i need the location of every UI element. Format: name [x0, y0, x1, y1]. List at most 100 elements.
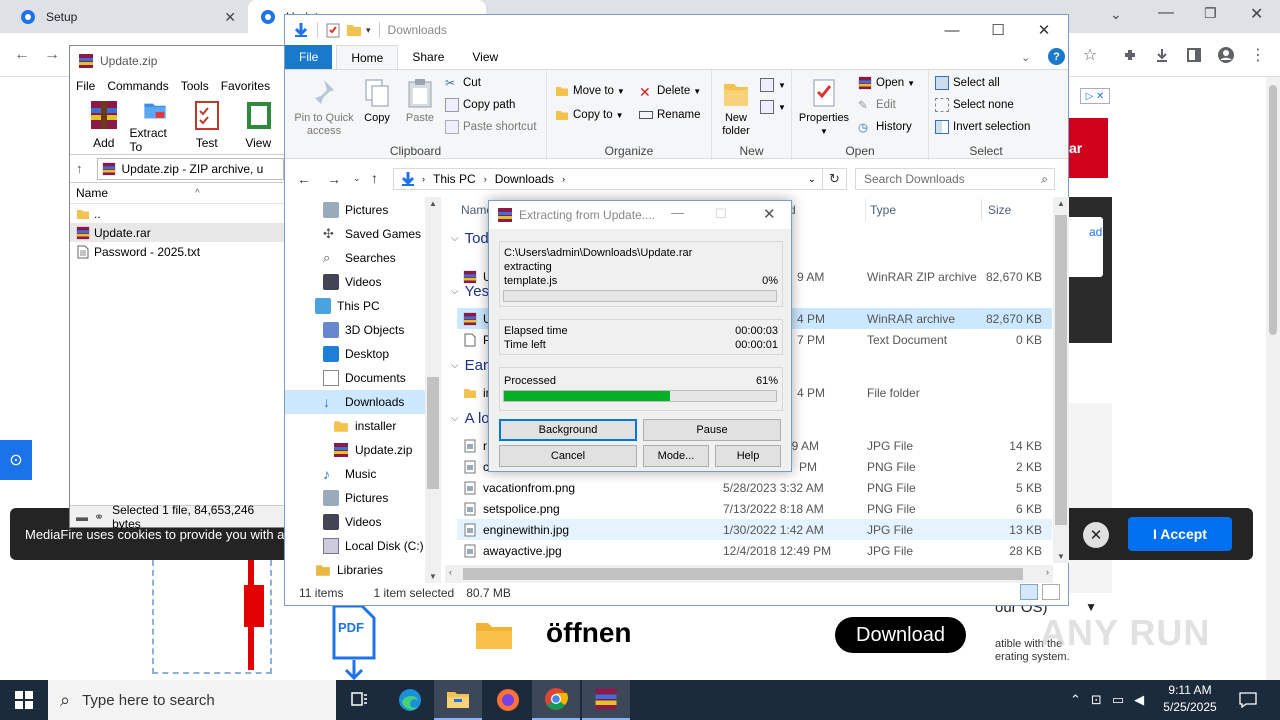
- address-dropdown-icon[interactable]: ⌄: [808, 174, 816, 185]
- navigation-scrollbar-thumb[interactable]: [427, 377, 439, 489]
- copy-path-button[interactable]: Copy path: [445, 96, 515, 114]
- search-input[interactable]: Search Downloads ⌕: [855, 168, 1055, 190]
- invert-selection-button[interactable]: Invert selection: [935, 118, 1030, 136]
- background-button[interactable]: Background: [499, 419, 637, 441]
- large-icons-view-icon[interactable]: [1042, 584, 1060, 600]
- ad-card-inner[interactable]: ad: [1063, 217, 1103, 277]
- back-icon[interactable]: ←: [8, 41, 36, 69]
- easy-access-button[interactable]: ▼: [760, 98, 786, 116]
- help-button[interactable]: Help: [715, 445, 781, 467]
- file-row[interactable]: awayactive.jpg 12/4/2018 12:49 PM JPG Fi…: [457, 540, 1052, 561]
- scroll-up-icon[interactable]: ▲: [429, 199, 437, 208]
- history-button[interactable]: ◷ History: [858, 118, 912, 136]
- forward-arrow-icon[interactable]: →: [327, 171, 341, 187]
- page-scrollbar-thumb[interactable]: [1269, 85, 1277, 335]
- group-header-a-long-time-ago[interactable]: ⌵ A lo: [451, 410, 490, 427]
- browser-tab-setup[interactable]: Setup ✕: [8, 0, 246, 33]
- mode-button[interactable]: Mode...: [643, 445, 709, 467]
- downloads-quick-icon[interactable]: [293, 22, 309, 38]
- winrar-column-name[interactable]: Name: [76, 186, 108, 200]
- new-item-button[interactable]: ▼: [760, 76, 786, 94]
- winrar-path-field[interactable]: Update.zip - ZIP archive, u: [96, 157, 284, 180]
- scroll-down-icon[interactable]: ▼: [1057, 552, 1065, 561]
- winrar-menu-favorites[interactable]: Favorites: [221, 79, 270, 93]
- taskbar-edge[interactable]: [386, 680, 434, 720]
- group-header-yesterday[interactable]: ⌵ Yes: [451, 283, 489, 300]
- taskbar-chrome[interactable]: [532, 680, 580, 720]
- list-item[interactable]: Password - 2025.txt: [70, 242, 284, 261]
- paste-button[interactable]: Paste: [401, 78, 439, 125]
- recent-locations-icon[interactable]: ⌄: [353, 173, 361, 184]
- winrar-test-button[interactable]: Test: [181, 96, 233, 154]
- minimize-browser-icon[interactable]: —: [1158, 4, 1174, 22]
- help-icon[interactable]: ?: [1048, 48, 1065, 65]
- up-arrow-icon[interactable]: ↑: [371, 170, 378, 186]
- navigation-scrollbar[interactable]: ▲ ▼: [425, 197, 441, 583]
- winrar-column-header[interactable]: Name ^: [70, 182, 284, 204]
- breadcrumb-chevron-icon[interactable]: ›: [484, 174, 487, 184]
- dialog-minimize-icon[interactable]: —: [671, 205, 684, 220]
- nav-item-pictures[interactable]: Pictures: [323, 198, 440, 222]
- ad-banner[interactable]: ar: [1063, 118, 1108, 178]
- nav-item-pictures-2[interactable]: Pictures: [323, 486, 440, 510]
- cut-button[interactable]: ✂ Cut: [445, 74, 481, 92]
- nav-item-downloads[interactable]: ↓ Downloads: [285, 390, 425, 414]
- column-header-size[interactable]: Size: [981, 199, 1011, 221]
- task-view-button[interactable]: [336, 680, 384, 720]
- scroll-left-icon[interactable]: ‹: [449, 567, 452, 577]
- copy-to-button[interactable]: Copy to ▼: [555, 106, 624, 124]
- winrar-view-button[interactable]: View: [233, 96, 285, 154]
- close-icon[interactable]: ✕: [1021, 15, 1067, 45]
- file-row[interactable]: vacationfrom.png 5/28/2023 3:32 AM PNG F…: [457, 477, 1052, 498]
- winrar-add-button[interactable]: Add: [78, 96, 130, 154]
- scroll-up-icon[interactable]: ▲: [1057, 199, 1065, 208]
- column-header-type[interactable]: Type: [865, 199, 896, 221]
- taskbar-search[interactable]: ⌕ Type here to search: [48, 680, 336, 720]
- tray-overflow-icon[interactable]: ⌃: [1070, 692, 1081, 708]
- taskbar-clock[interactable]: 9:11 AM 5/25/2025: [1160, 682, 1220, 716]
- cookie-close-icon[interactable]: ✕: [1083, 522, 1109, 548]
- scroll-right-icon[interactable]: ›: [1046, 567, 1049, 577]
- dialog-close-icon[interactable]: ✕: [763, 205, 776, 223]
- back-arrow-icon[interactable]: ←: [297, 171, 311, 187]
- maximize-icon[interactable]: ☐: [975, 15, 1021, 45]
- taskbar-firefox[interactable]: [484, 680, 532, 720]
- refresh-icon[interactable]: ↻: [823, 168, 847, 190]
- nav-item-libraries[interactable]: Libraries: [315, 558, 440, 582]
- help-widget-icon[interactable]: ⊙: [0, 440, 32, 480]
- winrar-extract-button[interactable]: Extract To: [130, 96, 182, 154]
- nav-item-update-zip[interactable]: Update.zip: [333, 438, 440, 462]
- start-button[interactable]: [0, 680, 48, 720]
- select-none-button[interactable]: Select none: [935, 96, 1014, 114]
- winrar-menu-tools[interactable]: Tools: [181, 79, 209, 93]
- download-button[interactable]: Download: [835, 617, 966, 653]
- address-bar[interactable]: › This PC › Downloads › ⌄: [393, 168, 823, 190]
- nav-item-music[interactable]: ♪ Music: [323, 462, 440, 486]
- file-list-vertical-scrollbar[interactable]: ▲ ▼: [1053, 197, 1069, 563]
- group-header-earlier[interactable]: ⌵ Earl: [451, 357, 491, 374]
- nav-item-saved-games[interactable]: ✣ Saved Games: [323, 222, 440, 246]
- scroll-down-icon[interactable]: ▼: [429, 572, 437, 581]
- page-scrollbar[interactable]: [1266, 77, 1280, 680]
- taskbar-explorer[interactable]: [434, 680, 482, 720]
- file-list-horizontal-thumb[interactable]: [463, 568, 1023, 580]
- forward-icon[interactable]: →: [38, 41, 66, 69]
- network-icon[interactable]: ⊡: [1091, 692, 1102, 708]
- file-list-vertical-thumb[interactable]: [1055, 215, 1067, 525]
- breadcrumb-downloads[interactable]: Downloads: [495, 172, 554, 186]
- customize-quick-access-icon[interactable]: ▾: [366, 25, 371, 36]
- properties-quick-icon[interactable]: [326, 22, 340, 38]
- cancel-button[interactable]: Cancel: [499, 445, 637, 467]
- nav-item-this-pc[interactable]: This PC: [315, 294, 440, 318]
- taskbar-winrar[interactable]: [582, 680, 630, 720]
- nav-item-videos-2[interactable]: Videos: [323, 510, 440, 534]
- group-header-today[interactable]: ⌵ Tod: [451, 230, 489, 247]
- copy-button[interactable]: Copy: [359, 78, 395, 125]
- pin-quick-access-button[interactable]: Pin to Quick access: [289, 78, 359, 138]
- details-view-icon[interactable]: [1020, 584, 1038, 600]
- rename-button[interactable]: Rename: [639, 106, 700, 124]
- nav-item-local-disk[interactable]: Local Disk (C:): [323, 534, 440, 558]
- nav-item-installer[interactable]: installer: [333, 414, 440, 438]
- new-folder-button[interactable]: New folder: [716, 78, 756, 138]
- tab-share[interactable]: Share: [398, 45, 458, 69]
